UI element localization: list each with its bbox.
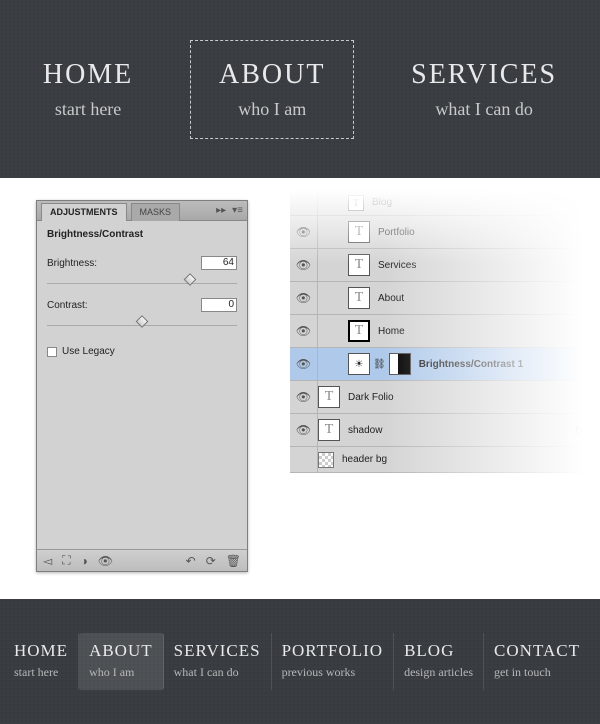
bottomnav-title: SERVICES	[174, 641, 261, 661]
bottomnav-subtitle: who I am	[89, 665, 153, 680]
text-layer-thumbnail: T	[348, 254, 370, 276]
text-layer-thumbnail: T	[348, 287, 370, 309]
reset-icon[interactable]: ⟳	[206, 554, 216, 568]
use-legacy-checkbox[interactable]: Use Legacy	[47, 346, 237, 357]
trash-icon[interactable]: 🗑	[226, 554, 241, 568]
layer-name-label[interactable]: Brightness/Contrast 1	[419, 359, 523, 370]
text-layer-thumbnail: T	[348, 195, 364, 211]
layer-row[interactable]: 👁 T Home	[290, 315, 600, 348]
layer-name-label[interactable]: Portfolio	[378, 227, 415, 238]
topnav-title: SERVICES	[411, 59, 557, 91]
bottomnav-title: PORTFOLIO	[282, 641, 384, 661]
topnav-subtitle: start here	[43, 99, 133, 120]
visibility-toggle-icon[interactable]: 👁	[290, 348, 318, 380]
layer-name-label[interactable]: Dark Folio	[348, 392, 394, 403]
tab-adjustments[interactable]: ADJUSTMENTS	[41, 203, 127, 221]
layer-name-label[interactable]: About	[378, 293, 404, 304]
layer-name-label[interactable]: Services	[378, 260, 416, 271]
brightness-label: Brightness:	[47, 258, 97, 269]
layer-row[interactable]: 👁 ☀⛓ Brightness/Contrast 1	[290, 348, 600, 381]
visibility-toggle-icon[interactable]	[290, 190, 318, 215]
layer-name-label[interactable]: header bg	[342, 454, 387, 465]
contrast-slider[interactable]	[47, 314, 237, 326]
layer-row[interactable]: 👁T Dark Folio	[290, 381, 600, 414]
visibility-toggle-icon[interactable]: 👁	[290, 216, 318, 248]
layer-name-label[interactable]: Blog	[372, 197, 392, 208]
text-layer-thumbnail: T	[318, 419, 340, 441]
layer-row[interactable]: T Blog	[290, 190, 600, 216]
link-icon[interactable]: ⛓	[373, 359, 386, 370]
bottomnav-subtitle: start here	[14, 665, 68, 680]
layer-row[interactable]: 👁 T Services	[290, 249, 600, 282]
layer-effects-icon[interactable]: fx ▾	[575, 424, 592, 437]
tab-masks[interactable]: MASKS	[131, 203, 181, 221]
topnav-title: HOME	[43, 59, 133, 91]
bottomnav-title: ABOUT	[89, 641, 153, 661]
bottomnav-item-portfolio[interactable]: PORTFOLIO previous works	[272, 633, 395, 690]
workspace-area: ADJUSTMENTS MASKS ▸▸ ▾≡ Brightness/Contr…	[0, 178, 600, 599]
prev-state-icon[interactable]: ↶	[186, 554, 196, 568]
visibility-toggle-icon[interactable]: 👁	[290, 381, 318, 413]
adjustments-panel: ADJUSTMENTS MASKS ▸▸ ▾≡ Brightness/Contr…	[36, 200, 248, 572]
bottomnav-title: BLOG	[404, 641, 473, 661]
adjustments-footer: ◅ ⛶ ◑ 👁 ↶ ⟳ 🗑	[37, 549, 247, 571]
bottomnav-item-home[interactable]: HOME start here	[4, 633, 79, 690]
contrast-label: Contrast:	[47, 300, 88, 311]
bottomnav-item-contact[interactable]: CONTACT get in touch	[484, 633, 590, 690]
bottomnav-title: HOME	[14, 641, 68, 661]
visibility-toggle-icon[interactable]: 👁	[290, 282, 318, 314]
layer-row[interactable]: 👁Tshadow fx ▾	[290, 414, 600, 447]
bottomnav-subtitle: get in touch	[494, 665, 580, 680]
back-arrow-icon[interactable]: ◅	[43, 554, 52, 568]
layer-row[interactable]: 👁 T About	[290, 282, 600, 315]
top-nav-preview: HOME start here ABOUT who I am SERVICES …	[0, 0, 600, 178]
text-layer-thumbnail: T	[318, 386, 340, 408]
checkbox-box[interactable]	[47, 347, 57, 357]
brightness-input[interactable]: 64	[201, 256, 237, 270]
panel-tabs: ADJUSTMENTS MASKS ▸▸ ▾≡	[37, 201, 247, 221]
layer-mask-thumbnail[interactable]	[389, 353, 411, 375]
topnav-item-home[interactable]: HOME start here	[14, 40, 162, 139]
visibility-icon[interactable]: 👁	[98, 554, 113, 568]
layer-row[interactable]: 👁 T Portfolio	[290, 216, 600, 249]
bottomnav-subtitle: what I can do	[174, 665, 261, 680]
layer-name-label[interactable]: shadow	[348, 425, 382, 436]
bottomnav-subtitle: design articles	[404, 665, 473, 680]
layer-name-label[interactable]: Home	[378, 326, 405, 337]
use-legacy-label: Use Legacy	[62, 346, 115, 357]
layer-thumbnail	[318, 452, 334, 468]
visibility-toggle-icon[interactable]: 👁	[290, 249, 318, 281]
expand-icon[interactable]: ⛶	[62, 553, 70, 568]
bottom-nav-final: HOME start here ABOUT who I am SERVICES what …	[0, 599, 600, 724]
brightness-slider[interactable]	[47, 272, 237, 284]
text-layer-thumbnail: T	[348, 221, 370, 243]
topnav-item-services[interactable]: SERVICES what I can do	[382, 40, 586, 139]
adjustment-layer-thumbnail: ☀	[348, 353, 370, 375]
topnav-subtitle: what I can do	[411, 99, 557, 120]
bottomnav-subtitle: previous works	[282, 665, 384, 680]
clip-icon[interactable]: ◑	[81, 554, 88, 568]
visibility-toggle-icon[interactable]: 👁	[290, 414, 318, 446]
topnav-item-about[interactable]: ABOUT who I am	[190, 40, 354, 139]
layers-panel: TBlog👁TPortfolio👁TServices👁TAbout👁THome👁…	[290, 190, 600, 473]
text-layer-thumbnail: T	[348, 320, 370, 342]
bottomnav-item-blog[interactable]: BLOG design articles	[394, 633, 484, 690]
adjustment-heading: Brightness/Contrast	[47, 229, 237, 240]
bottomnav-title: CONTACT	[494, 641, 580, 661]
layer-row[interactable]: header bg	[290, 447, 600, 473]
collapse-icon[interactable]: ▸▸	[216, 205, 226, 216]
visibility-toggle-icon[interactable]: 👁	[290, 315, 318, 347]
panel-menu-icon[interactable]: ▾≡	[232, 205, 243, 216]
bottomnav-item-services[interactable]: SERVICES what I can do	[164, 633, 272, 690]
contrast-input[interactable]: 0	[201, 298, 237, 312]
visibility-toggle-icon[interactable]	[290, 447, 318, 472]
topnav-subtitle: who I am	[219, 99, 325, 120]
bottomnav-item-about[interactable]: ABOUT who I am	[79, 633, 164, 690]
topnav-title: ABOUT	[219, 59, 325, 91]
